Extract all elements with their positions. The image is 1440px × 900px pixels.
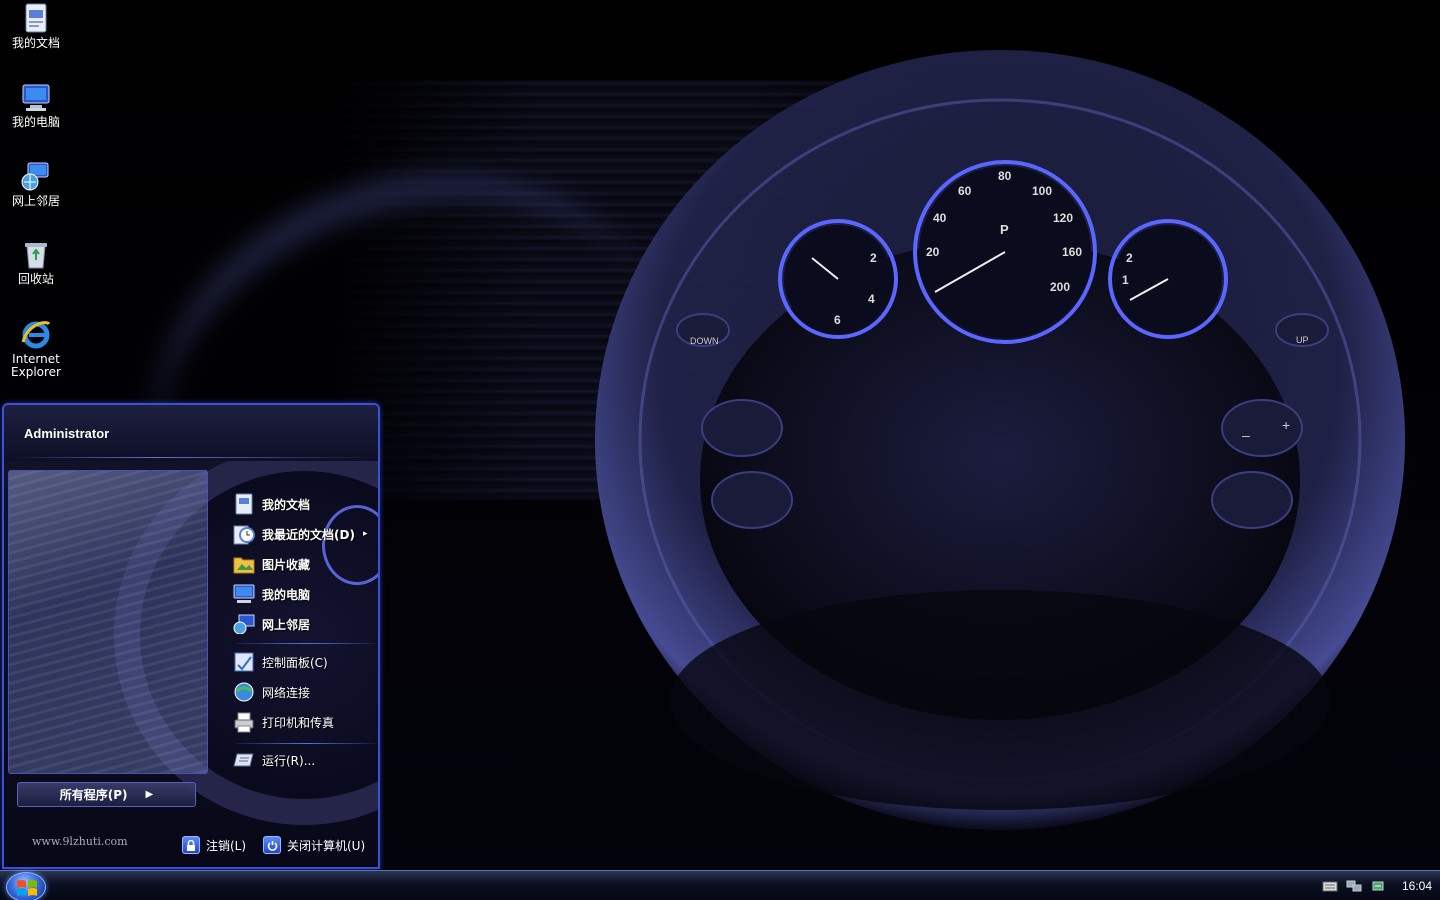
keyboard-icon[interactable] xyxy=(1322,879,1338,893)
all-programs-label: 所有程序(P) xyxy=(59,788,128,802)
desktop-icon-network-places[interactable]: 网上邻居 xyxy=(4,160,68,208)
logoff-label: 注销(L) xyxy=(206,838,247,853)
shutdown-label: 关闭计算机(U) xyxy=(287,838,366,853)
svg-text:40: 40 xyxy=(933,211,947,225)
menu-separator xyxy=(236,743,376,744)
my-computer-icon xyxy=(232,582,256,606)
logoff-button[interactable]: 注销(L) xyxy=(182,836,246,854)
start-button[interactable] xyxy=(6,872,46,900)
svg-text:160: 160 xyxy=(1062,245,1082,259)
pinned-programs-pane xyxy=(8,470,208,774)
start-menu-header: Administrator xyxy=(4,405,378,461)
svg-text:UP: UP xyxy=(1296,335,1309,345)
run-icon xyxy=(232,748,256,772)
svg-text:6: 6 xyxy=(834,313,841,327)
recycle-bin-icon xyxy=(25,243,47,269)
lock-icon xyxy=(182,836,200,854)
menu-item-run[interactable]: 运行(R)... xyxy=(232,747,378,773)
my-documents-icon xyxy=(232,492,256,516)
svg-text:120: 120 xyxy=(1053,211,1073,225)
menu-item-control-panel[interactable]: 控制面板(C) xyxy=(232,649,378,675)
network-connections-icon xyxy=(232,680,256,704)
taskbar: 16:04 xyxy=(0,870,1440,900)
svg-text:+: + xyxy=(1282,417,1290,433)
site-watermark: www.9lzhuti.com xyxy=(32,835,128,848)
taskbar-clock[interactable]: 16:04 xyxy=(1402,879,1432,893)
my-pictures-icon xyxy=(232,552,256,576)
control-panel-icon xyxy=(232,650,256,674)
chevron-right-icon: ▶ xyxy=(145,789,154,800)
shutdown-button[interactable]: 关闭计算机(U) xyxy=(263,836,365,854)
power-icon xyxy=(263,836,281,854)
menu-item-network-connections[interactable]: 网络连接 xyxy=(232,679,378,705)
menu-item-recent-documents[interactable]: 我最近的文档(D) ▸ xyxy=(232,521,378,547)
my-documents-icon xyxy=(25,3,47,33)
menu-item-network-places[interactable]: 网上邻居 xyxy=(232,611,378,637)
printer-icon xyxy=(232,710,256,734)
menu-item-printers-faxes[interactable]: 打印机和传真 xyxy=(232,709,378,735)
desktop-icon-internet-explorer[interactable]: Internet Explorer xyxy=(4,318,68,379)
svg-text:P: P xyxy=(1000,222,1009,237)
network-places-icon xyxy=(21,162,49,191)
svg-text:80: 80 xyxy=(998,169,1012,183)
menu-item-my-documents[interactable]: 我的文档 xyxy=(232,491,378,517)
svg-text:2: 2 xyxy=(1126,251,1133,265)
windows-logo-icon xyxy=(17,880,37,896)
menu-separator xyxy=(236,643,376,644)
my-computer-icon xyxy=(22,84,50,111)
svg-text:200: 200 xyxy=(1050,280,1070,294)
start-menu: Administrator 我的文档 我最近的文档(D) ▸ 图片收藏 我的电脑… xyxy=(2,403,380,869)
menu-item-my-computer[interactable]: 我的电脑 xyxy=(232,581,378,607)
svg-text:60: 60 xyxy=(958,184,972,198)
svg-text:DOWN: DOWN xyxy=(690,336,719,346)
desktop-icon-recycle-bin[interactable]: 回收站 xyxy=(4,238,68,286)
menu-item-my-pictures[interactable]: 图片收藏 xyxy=(232,551,378,577)
svg-text:1: 1 xyxy=(1122,273,1129,287)
header-divider xyxy=(12,457,372,458)
safely-remove-hardware-icon[interactable] xyxy=(1370,879,1386,893)
system-tray: 16:04 xyxy=(1310,871,1440,900)
network-places-icon xyxy=(232,612,256,636)
svg-text:100: 100 xyxy=(1032,184,1052,198)
svg-text:–: – xyxy=(1242,427,1250,443)
desktop-icon-my-computer[interactable]: 我的电脑 xyxy=(4,81,68,129)
internet-explorer-icon xyxy=(21,321,51,349)
svg-text:4: 4 xyxy=(868,292,875,306)
svg-text:2: 2 xyxy=(870,251,877,265)
svg-text:20: 20 xyxy=(926,245,940,259)
network-status-icon[interactable] xyxy=(1346,879,1362,893)
user-name: Administrator xyxy=(24,426,110,441)
submenu-arrow-icon: ▸ xyxy=(362,529,368,539)
recent-documents-icon xyxy=(232,522,256,546)
desktop-icon-my-documents[interactable]: 我的文档 xyxy=(4,2,68,50)
all-programs-button[interactable]: 所有程序(P) ▶ xyxy=(17,782,196,807)
